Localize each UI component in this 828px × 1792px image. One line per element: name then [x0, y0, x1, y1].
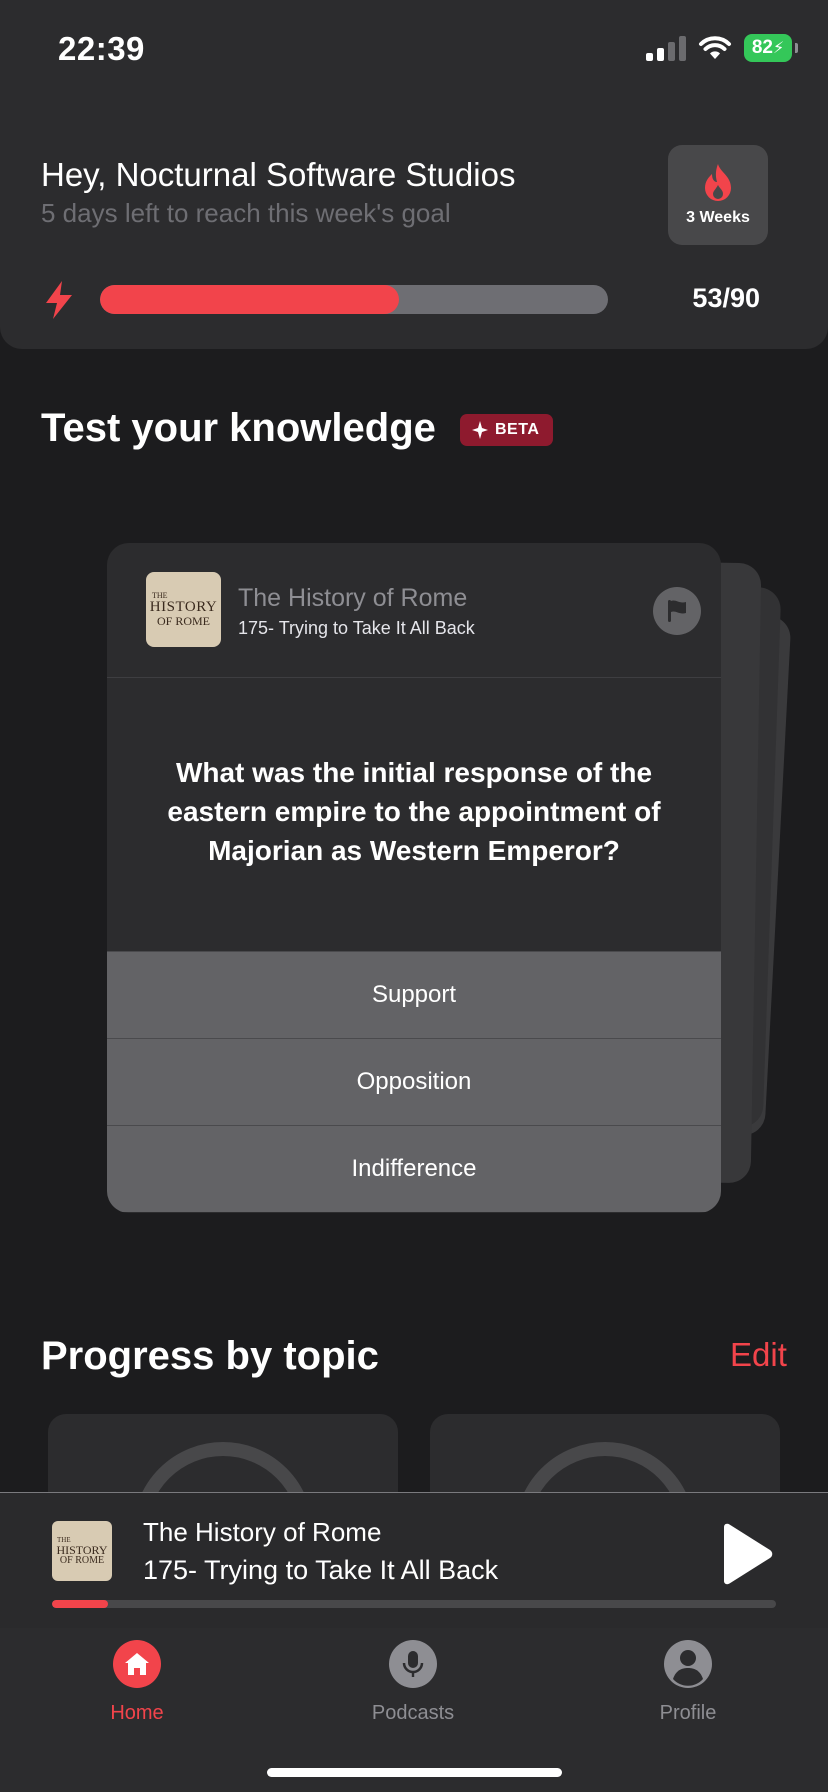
- house-icon: [113, 1640, 161, 1688]
- weekly-goal-progress-bar: [100, 285, 608, 314]
- tab-podcasts[interactable]: Podcasts: [333, 1640, 493, 1725]
- answer-option-opposition[interactable]: Opposition: [107, 1038, 721, 1125]
- playback-progress-fill: [52, 1600, 108, 1608]
- tab-label-profile: Profile: [659, 1702, 717, 1724]
- lightning-bolt-icon: [46, 281, 72, 319]
- cover-line-3: OF ROME: [156, 614, 210, 628]
- status-icons: 82 ⚡: [646, 34, 798, 62]
- edit-topics-button[interactable]: Edit: [730, 1336, 787, 1374]
- battery-indicator: 82 ⚡: [744, 34, 798, 62]
- player-episode-title: 175- Trying to Take It All Back: [143, 1555, 499, 1585]
- player-podcast-title: The History of Rome: [143, 1517, 382, 1547]
- microphone-icon: [389, 1640, 437, 1688]
- quiz-section-title: Test your knowledge: [41, 406, 436, 450]
- wifi-icon: [699, 36, 731, 59]
- greeting-text: Hey, Nocturnal Software Studios: [41, 156, 516, 193]
- tab-label-podcasts: Podcasts: [371, 1702, 455, 1724]
- streak-badge[interactable]: 3 Weeks: [668, 145, 768, 245]
- beta-label: BETA: [495, 421, 540, 438]
- charging-bolt-icon: ⚡: [772, 40, 785, 57]
- tab-profile[interactable]: Profile: [608, 1640, 768, 1725]
- home-indicator: [267, 1768, 562, 1777]
- header-card: 22:39 82 ⚡ Hey, Nocturnal Software Studi…: [0, 0, 828, 349]
- player-cover-line-3: OF ROME: [59, 1554, 105, 1566]
- cellular-signal-icon: [646, 35, 686, 61]
- answer-list: Support Opposition Indifference: [107, 951, 721, 1212]
- weekly-goal-text: 5 days left to reach this week's goal: [41, 198, 451, 228]
- player-cover-art: THE HISTORY OF ROME: [52, 1521, 112, 1581]
- quiz-episode-title: 175- Trying to Take It All Back: [238, 618, 475, 638]
- answer-option-support[interactable]: Support: [107, 951, 721, 1038]
- quiz-card: THE HISTORY OF ROME The History of Rome …: [107, 543, 721, 1213]
- mini-player[interactable]: THE HISTORY OF ROME The History of Rome …: [0, 1492, 828, 1628]
- sparkle-icon: [472, 421, 488, 439]
- podcast-cover-art: THE HISTORY OF ROME: [146, 572, 221, 647]
- quiz-card-header: THE HISTORY OF ROME The History of Rome …: [107, 543, 721, 678]
- quiz-question: What was the initial response of the eas…: [167, 757, 661, 866]
- beta-badge: BETA: [460, 414, 554, 446]
- play-button[interactable]: [716, 1523, 774, 1585]
- playback-progress-bar[interactable]: [52, 1600, 776, 1608]
- topics-section-title: Progress by topic: [41, 1334, 379, 1378]
- battery-level: 82: [751, 37, 773, 58]
- cover-line-2: HISTORY: [149, 599, 218, 615]
- answer-option-indifference[interactable]: Indifference: [107, 1125, 721, 1212]
- tab-label-home: Home: [110, 1702, 164, 1724]
- report-flag-button[interactable]: [653, 587, 701, 635]
- weekly-goal-count: 53/90: [692, 283, 760, 313]
- flag-icon: [668, 600, 686, 622]
- player-cover-line-2: HISTORY: [56, 1542, 108, 1557]
- quiz-podcast-title: The History of Rome: [238, 584, 468, 612]
- streak-label: 3 Weeks: [686, 209, 750, 226]
- flame-icon: [705, 164, 731, 201]
- weekly-goal-progress-fill: [100, 285, 400, 314]
- status-time: 22:39: [58, 30, 145, 67]
- person-icon: [664, 1640, 712, 1688]
- tab-home[interactable]: Home: [57, 1640, 217, 1725]
